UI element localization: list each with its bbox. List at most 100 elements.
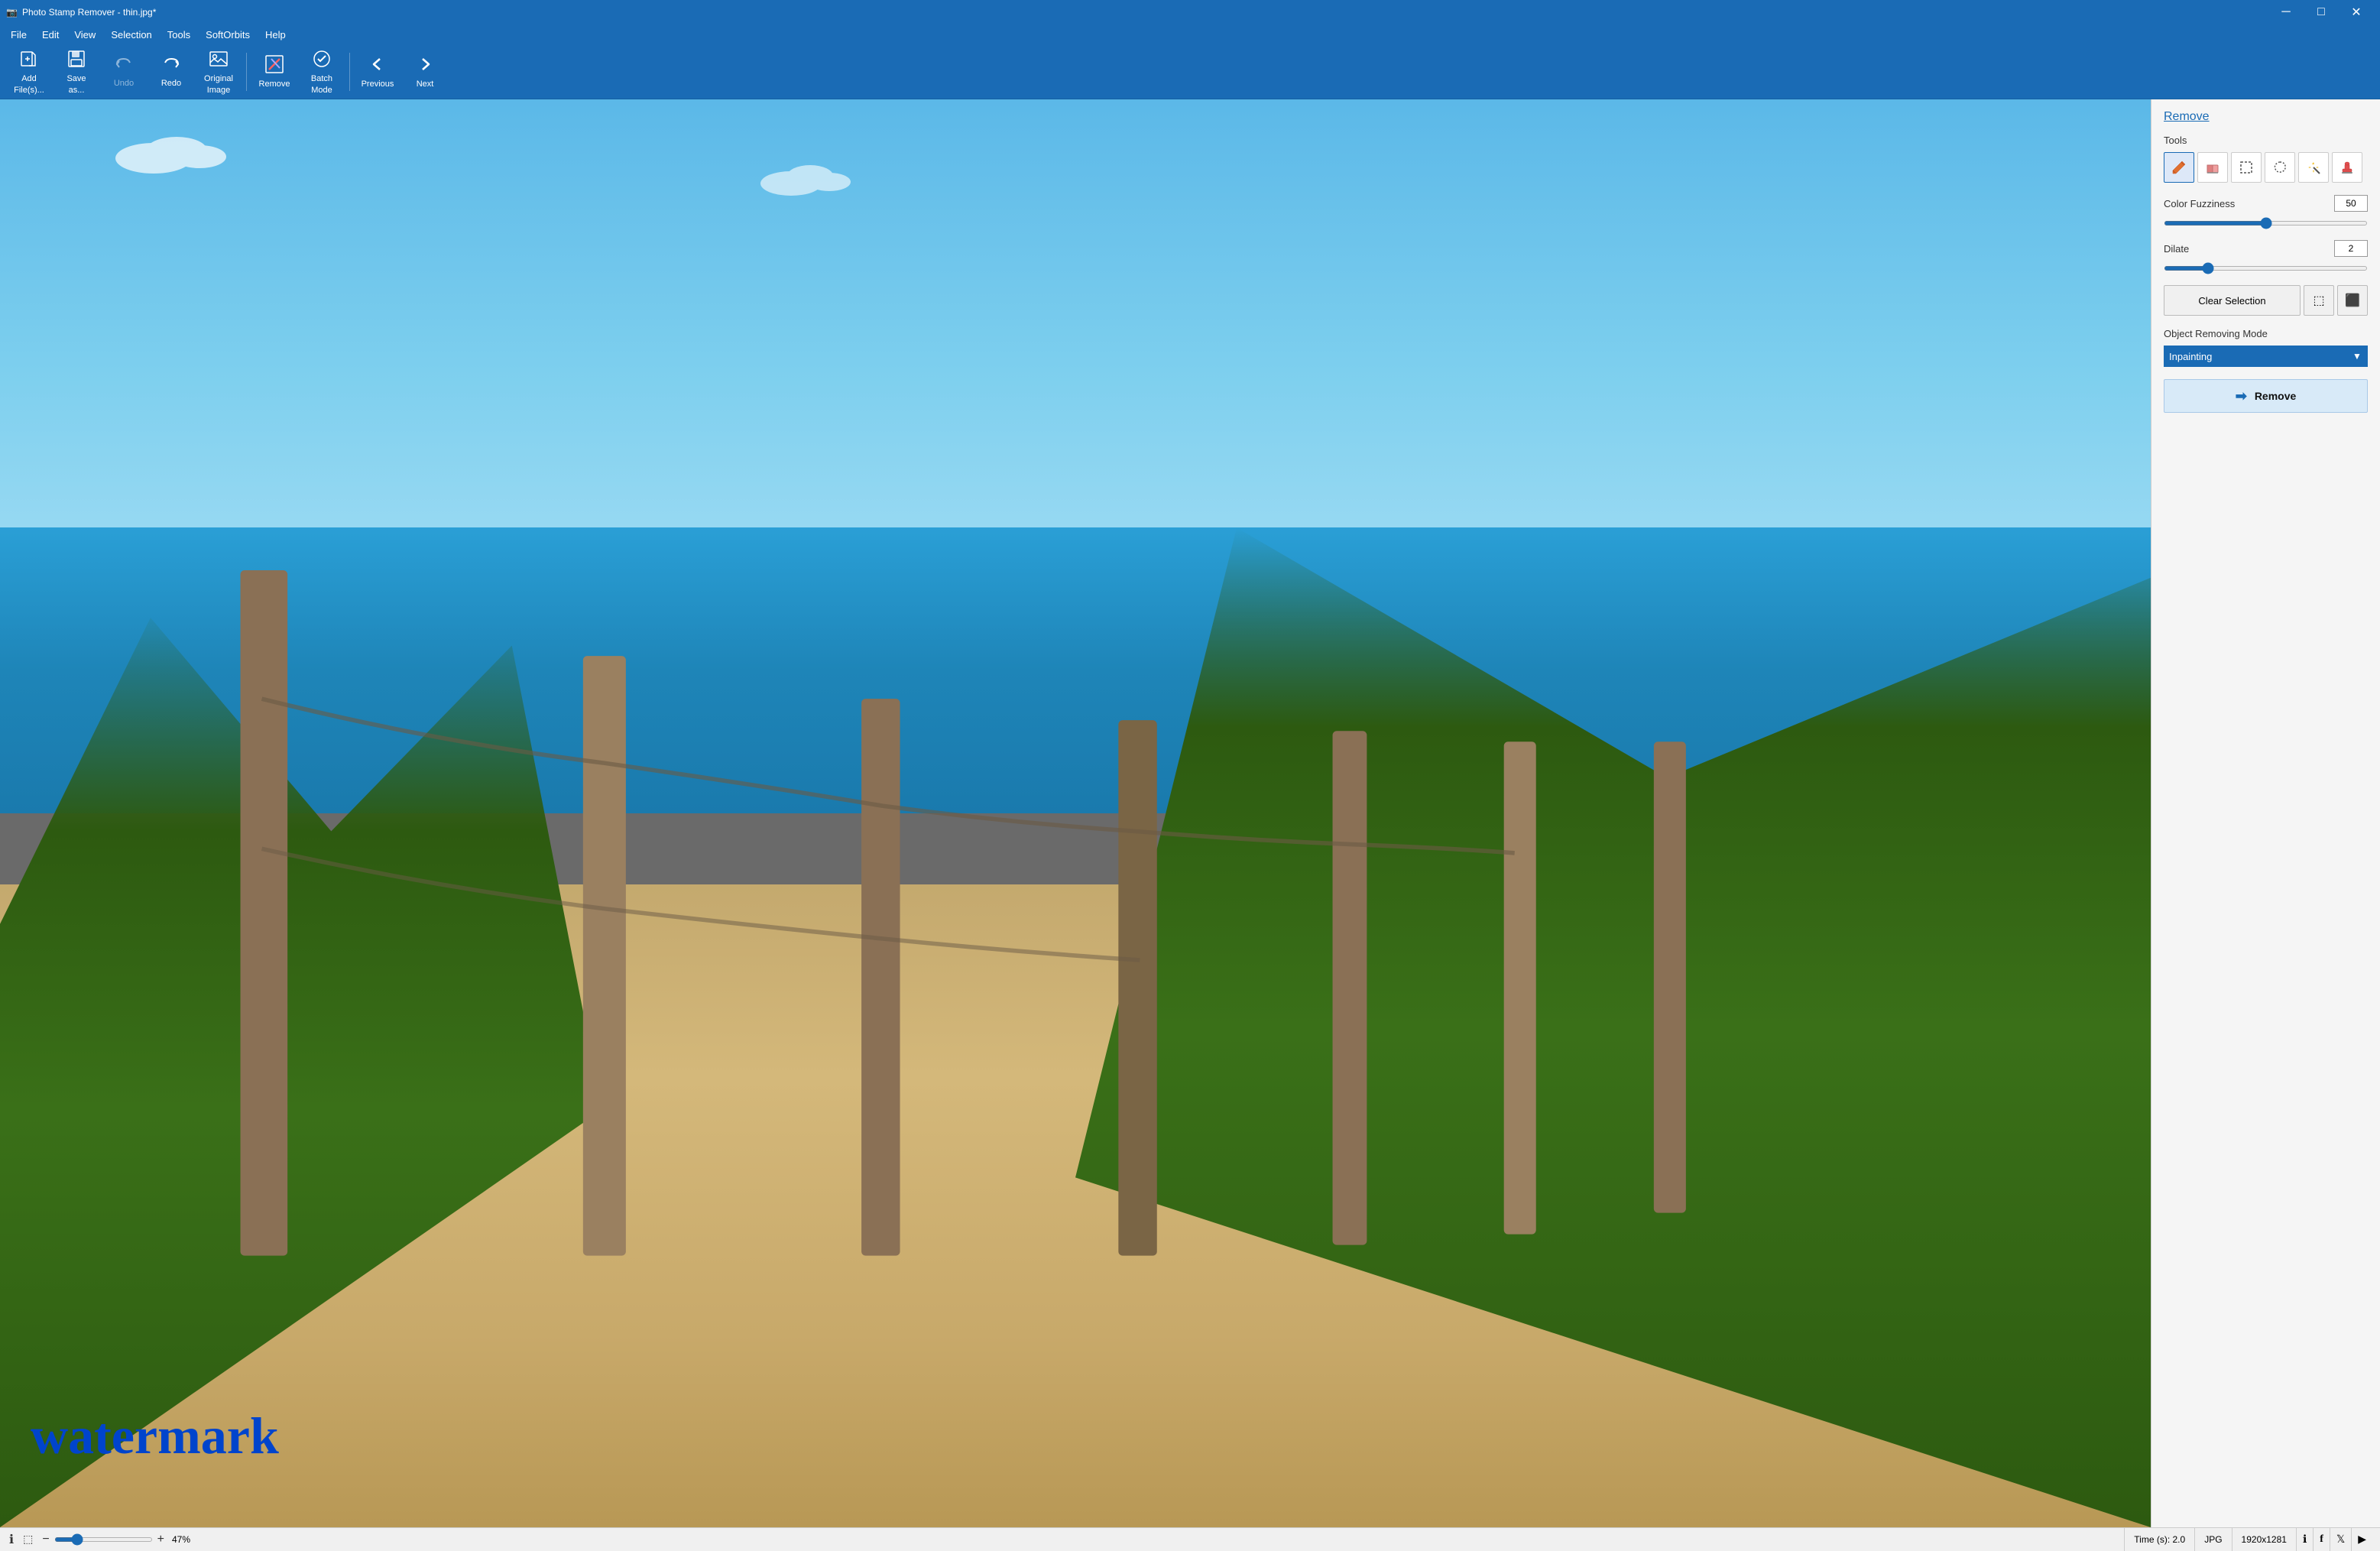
status-icon-info[interactable]: ℹ (8, 1532, 15, 1547)
status-time: Time (s): 2.0 (2124, 1528, 2194, 1551)
toolbar-label-remove: Remove (259, 79, 290, 89)
toolbar-label-original-image: Original (204, 74, 233, 83)
toolbar-icon-original-image (209, 49, 229, 72)
object-removing-mode-select[interactable]: Inpainting Content-Aware Fill Texture Sy… (2164, 346, 2346, 367)
tool-pencil[interactable] (2164, 152, 2194, 183)
color-fuzziness-label: Color Fuzziness (2164, 198, 2235, 209)
toolbar-label-add-files: Add (21, 74, 37, 83)
remove-label: Remove (2255, 390, 2296, 402)
maximize-button[interactable]: □ (2304, 0, 2339, 24)
toolbar-btn-next[interactable]: Next (402, 47, 448, 96)
menu-item-softorbits[interactable]: SoftOrbits (198, 27, 258, 43)
toolbar-btn-save-as[interactable]: Save as... (54, 47, 99, 96)
tools-label: Tools (2164, 135, 2368, 146)
toolbar: Add File(s)... Save as... Undo Redo Original Im… (0, 44, 2380, 99)
toolbar-icon-remove (264, 54, 284, 77)
zoom-out-button[interactable]: − (41, 1533, 50, 1546)
close-button[interactable]: ✕ (2339, 0, 2374, 24)
color-fuzziness-row: Color Fuzziness (2164, 195, 2368, 212)
clouds2 (753, 157, 867, 203)
object-removing-mode-label: Object Removing Mode (2164, 328, 2368, 339)
clear-selection-button[interactable]: Clear Selection (2164, 285, 2301, 316)
title-bar-controls: ─ □ ✕ (2268, 0, 2374, 24)
toolbar-label-save-as: Save (66, 74, 86, 83)
status-format: JPG (2194, 1528, 2231, 1551)
color-fuzziness-slider-container (2164, 216, 2368, 228)
dilate-label: Dilate (2164, 243, 2189, 255)
panel-title: Remove (2164, 110, 2368, 124)
toolbar-icon-batch-mode (312, 49, 332, 72)
dilate-value[interactable] (2334, 240, 2368, 257)
dilate-slider[interactable] (2164, 266, 2368, 271)
menu-item-tools[interactable]: Tools (160, 27, 198, 43)
toolbar-label-add-files: File(s)... (14, 86, 44, 95)
tool-stamp[interactable] (2332, 152, 2362, 183)
beach-scene: watermark (0, 99, 2151, 1527)
load-mask-button[interactable]: ⬛ (2337, 285, 2368, 316)
menu-item-file[interactable]: File (3, 27, 34, 43)
toolbar-label-batch-mode: Mode (311, 86, 332, 95)
toolbar-btn-undo: Undo (101, 47, 147, 96)
tool-eraser[interactable] (2197, 152, 2228, 183)
toolbar-label-previous: Previous (362, 79, 394, 89)
toolbar-label-undo: Undo (114, 79, 134, 88)
minimize-button[interactable]: ─ (2268, 0, 2304, 24)
action-row: Clear Selection ⬚ ⬛ (2164, 285, 2368, 316)
dropdown-arrow-icon[interactable]: ▼ (2346, 346, 2368, 367)
toolbar-label-redo: Redo (161, 79, 181, 88)
remove-button[interactable]: ➡ Remove (2164, 379, 2368, 413)
zoom-in-button[interactable]: + (156, 1533, 166, 1546)
status-left: ℹ ⬚ − + 47% (8, 1532, 2124, 1547)
color-fuzziness-value[interactable] (2334, 195, 2368, 212)
tool-magic-wand[interactable] (2298, 152, 2329, 183)
fence-posts (108, 527, 2044, 1384)
status-twitter-icon[interactable]: 𝕏 (2330, 1528, 2351, 1551)
right-panel: Remove Tools Color Fuzziness Dilate Clea… (2151, 99, 2380, 1527)
save-mask-icon: ⬚ (2313, 293, 2324, 308)
toolbar-icon-save-as (66, 49, 86, 72)
toolbar-btn-original-image[interactable]: Original Image (196, 47, 242, 96)
status-rect-select[interactable]: ⬚ (21, 1533, 34, 1546)
menu-item-edit[interactable]: Edit (34, 27, 66, 43)
dilate-slider-container (2164, 261, 2368, 273)
toolbar-label-next: Next (417, 79, 434, 89)
toolbar-icon-redo (162, 55, 180, 76)
status-dimensions: 1920x1281 (2232, 1528, 2296, 1551)
menu-item-help[interactable]: Help (258, 27, 293, 43)
mode-dropdown-row: Inpainting Content-Aware Fill Texture Sy… (2164, 346, 2368, 367)
tool-rect-select[interactable] (2231, 152, 2262, 183)
toolbar-icon-add-files (19, 49, 39, 72)
toolbar-icon-previous (368, 54, 387, 77)
status-right: Time (s): 2.0 JPG 1920x1281 ℹ f 𝕏 ▶ (2124, 1528, 2372, 1551)
main-layout: watermark Remove Tools Color Fuzziness D… (0, 99, 2380, 1527)
zoom-slider[interactable] (54, 1537, 153, 1542)
toolbar-icon-undo (115, 55, 133, 76)
toolbar-btn-batch-mode[interactable]: Batch Mode (299, 47, 345, 96)
status-bar: ℹ ⬚ − + 47% Time (s): 2.0 JPG 1920x1281 … (0, 1527, 2380, 1550)
title-bar: 📷 Photo Stamp Remover - thin.jpg* ─ □ ✕ (0, 0, 2380, 24)
tools-row (2164, 152, 2368, 183)
toolbar-btn-redo[interactable]: Redo (148, 47, 194, 96)
status-info-icon[interactable]: ℹ (2296, 1528, 2313, 1551)
menu-item-selection[interactable]: Selection (103, 27, 159, 43)
toolbar-separator (349, 53, 350, 91)
app-icon: 📷 (6, 7, 18, 18)
tool-lasso[interactable] (2265, 152, 2295, 183)
toolbar-btn-add-files[interactable]: Add File(s)... (6, 47, 52, 96)
dilate-row: Dilate (2164, 240, 2368, 257)
toolbar-separator (246, 53, 247, 91)
color-fuzziness-slider[interactable] (2164, 221, 2368, 226)
title-bar-left: 📷 Photo Stamp Remover - thin.jpg* (6, 7, 156, 18)
toolbar-label-original-image: Image (207, 86, 231, 95)
menu-item-view[interactable]: View (66, 27, 103, 43)
menu-bar: FileEditViewSelectionToolsSoftOrbitsHelp (0, 24, 2380, 44)
toolbar-btn-previous[interactable]: Previous (355, 47, 400, 96)
toolbar-label-save-as: as... (69, 86, 85, 95)
status-facebook-icon[interactable]: f (2313, 1528, 2330, 1551)
toolbar-icon-next (415, 54, 435, 77)
toolbar-btn-remove[interactable]: Remove (251, 47, 297, 96)
remove-arrow-icon: ➡ (2236, 388, 2247, 404)
toolbar-label-batch-mode: Batch (311, 74, 332, 83)
save-mask-button[interactable]: ⬚ (2304, 285, 2334, 316)
status-play-icon[interactable]: ▶ (2351, 1528, 2372, 1551)
